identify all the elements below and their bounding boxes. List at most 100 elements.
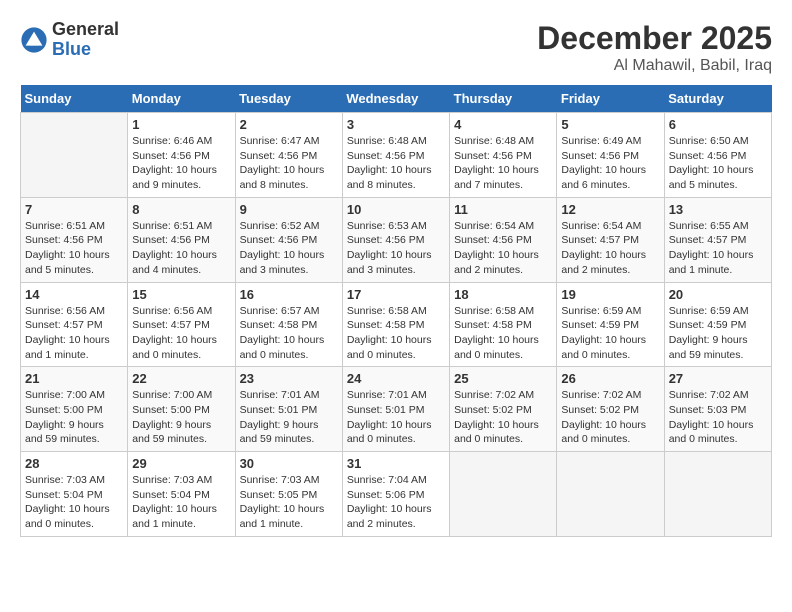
day-cell: 18 Sunrise: 6:58 AMSunset: 4:58 PMDayligh… — [450, 282, 557, 367]
day-cell — [557, 452, 664, 537]
day-number: 14 — [25, 287, 123, 302]
logo-icon — [20, 26, 48, 54]
day-info: Sunrise: 7:03 AMSunset: 5:05 PMDaylight:… — [240, 473, 338, 532]
day-header-tuesday: Tuesday — [235, 85, 342, 113]
title-block: December 2025 Al Mahawil, Babil, Iraq — [537, 20, 772, 75]
logo-general: General — [52, 20, 119, 40]
day-info: Sunrise: 7:02 AMSunset: 5:02 PMDaylight:… — [561, 388, 659, 447]
day-header-monday: Monday — [128, 85, 235, 113]
day-number: 3 — [347, 117, 445, 132]
day-info: Sunrise: 6:51 AMSunset: 4:56 PMDaylight:… — [132, 219, 230, 278]
day-info: Sunrise: 7:02 AMSunset: 5:03 PMDaylight:… — [669, 388, 767, 447]
calendar-table: SundayMondayTuesdayWednesdayThursdayFrid… — [20, 85, 772, 537]
day-number: 16 — [240, 287, 338, 302]
day-number: 10 — [347, 202, 445, 217]
day-info: Sunrise: 7:00 AMSunset: 5:00 PMDaylight:… — [25, 388, 123, 447]
day-number: 30 — [240, 456, 338, 471]
day-info: Sunrise: 6:54 AMSunset: 4:57 PMDaylight:… — [561, 219, 659, 278]
day-info: Sunrise: 6:47 AMSunset: 4:56 PMDaylight:… — [240, 134, 338, 193]
day-info: Sunrise: 6:46 AMSunset: 4:56 PMDaylight:… — [132, 134, 230, 193]
day-cell — [664, 452, 771, 537]
day-header-wednesday: Wednesday — [342, 85, 449, 113]
day-cell: 2 Sunrise: 6:47 AMSunset: 4:56 PMDaylight… — [235, 113, 342, 198]
day-number: 6 — [669, 117, 767, 132]
day-number: 31 — [347, 456, 445, 471]
day-cell: 12 Sunrise: 6:54 AMSunset: 4:57 PMDayligh… — [557, 197, 664, 282]
day-cell: 17Sunrise: 6:58 AMSunset: 4:58 PMDayligh… — [342, 282, 449, 367]
day-info: Sunrise: 6:58 AMSunset: 4:58 PMDaylight:… — [454, 304, 552, 363]
day-cell: 30 Sunrise: 7:03 AMSunset: 5:05 PMDayligh… — [235, 452, 342, 537]
day-info: Sunrise: 6:56 AMSunset: 4:57 PMDaylight:… — [132, 304, 230, 363]
day-number: 22 — [132, 371, 230, 386]
day-cell: 20Sunrise: 6:59 AMSunset: 4:59 PMDayligh… — [664, 282, 771, 367]
day-number: 8 — [132, 202, 230, 217]
page-header: General Blue December 2025 Al Mahawil, B… — [20, 20, 772, 75]
day-info: Sunrise: 6:54 AMSunset: 4:56 PMDaylight:… — [454, 219, 552, 278]
day-number: 12 — [561, 202, 659, 217]
day-number: 19 — [561, 287, 659, 302]
day-cell: 27 Sunrise: 7:02 AMSunset: 5:03 PMDayligh… — [664, 367, 771, 452]
day-number: 21 — [25, 371, 123, 386]
day-number: 9 — [240, 202, 338, 217]
day-cell: 4Sunrise: 6:48 AMSunset: 4:56 PMDaylight… — [450, 113, 557, 198]
day-info: Sunrise: 6:52 AMSunset: 4:56 PMDaylight:… — [240, 219, 338, 278]
day-info: Sunrise: 6:50 AMSunset: 4:56 PMDaylight:… — [669, 134, 767, 193]
week-row-3: 14 Sunrise: 6:56 AMSunset: 4:57 PMDayligh… — [21, 282, 772, 367]
day-cell: 9 Sunrise: 6:52 AMSunset: 4:56 PMDaylight… — [235, 197, 342, 282]
day-number: 26 — [561, 371, 659, 386]
day-cell: 7Sunrise: 6:51 AMSunset: 4:56 PMDaylight… — [21, 197, 128, 282]
month-title: December 2025 — [537, 20, 772, 57]
day-info: Sunrise: 6:51 AMSunset: 4:56 PMDaylight:… — [25, 219, 123, 278]
week-row-2: 7Sunrise: 6:51 AMSunset: 4:56 PMDaylight… — [21, 197, 772, 282]
week-row-4: 21 Sunrise: 7:00 AMSunset: 5:00 PMDayligh… — [21, 367, 772, 452]
day-cell: 1 Sunrise: 6:46 AMSunset: 4:56 PMDaylight… — [128, 113, 235, 198]
day-info: Sunrise: 6:48 AMSunset: 4:56 PMDaylight:… — [347, 134, 445, 193]
logo-blue: Blue — [52, 40, 119, 60]
day-number: 29 — [132, 456, 230, 471]
day-number: 13 — [669, 202, 767, 217]
day-info: Sunrise: 6:48 AMSunset: 4:56 PMDaylight:… — [454, 134, 552, 193]
day-cell: 26 Sunrise: 7:02 AMSunset: 5:02 PMDayligh… — [557, 367, 664, 452]
day-number: 28 — [25, 456, 123, 471]
day-number: 25 — [454, 371, 552, 386]
day-cell: 16 Sunrise: 6:57 AMSunset: 4:58 PMDayligh… — [235, 282, 342, 367]
day-info: Sunrise: 7:03 AMSunset: 5:04 PMDaylight:… — [132, 473, 230, 532]
day-info: Sunrise: 6:55 AMSunset: 4:57 PMDaylight:… — [669, 219, 767, 278]
logo-text: General Blue — [52, 20, 119, 60]
day-info: Sunrise: 6:59 AMSunset: 4:59 PMDaylight:… — [561, 304, 659, 363]
day-cell: 11Sunrise: 6:54 AMSunset: 4:56 PMDayligh… — [450, 197, 557, 282]
day-number: 2 — [240, 117, 338, 132]
day-info: Sunrise: 7:02 AMSunset: 5:02 PMDaylight:… — [454, 388, 552, 447]
day-cell: 3 Sunrise: 6:48 AMSunset: 4:56 PMDaylight… — [342, 113, 449, 198]
day-info: Sunrise: 7:01 AMSunset: 5:01 PMDaylight:… — [240, 388, 338, 447]
day-info: Sunrise: 7:00 AMSunset: 5:00 PMDaylight:… — [132, 388, 230, 447]
day-info: Sunrise: 6:53 AMSunset: 4:56 PMDaylight:… — [347, 219, 445, 278]
day-cell: 28 Sunrise: 7:03 AMSunset: 5:04 PMDayligh… — [21, 452, 128, 537]
day-cell: 22 Sunrise: 7:00 AMSunset: 5:00 PMDayligh… — [128, 367, 235, 452]
day-info: Sunrise: 6:56 AMSunset: 4:57 PMDaylight:… — [25, 304, 123, 363]
day-number: 27 — [669, 371, 767, 386]
day-cell: 23 Sunrise: 7:01 AMSunset: 5:01 PMDayligh… — [235, 367, 342, 452]
week-row-1: 1 Sunrise: 6:46 AMSunset: 4:56 PMDaylight… — [21, 113, 772, 198]
location-title: Al Mahawil, Babil, Iraq — [537, 57, 772, 75]
day-cell: 25 Sunrise: 7:02 AMSunset: 5:02 PMDayligh… — [450, 367, 557, 452]
day-cell: 8 Sunrise: 6:51 AMSunset: 4:56 PMDaylight… — [128, 197, 235, 282]
day-header-friday: Friday — [557, 85, 664, 113]
day-cell: 10 Sunrise: 6:53 AMSunset: 4:56 PMDayligh… — [342, 197, 449, 282]
day-number: 18 — [454, 287, 552, 302]
day-cell: 21 Sunrise: 7:00 AMSunset: 5:00 PMDayligh… — [21, 367, 128, 452]
day-cell: 14 Sunrise: 6:56 AMSunset: 4:57 PMDayligh… — [21, 282, 128, 367]
day-cell — [450, 452, 557, 537]
day-info: Sunrise: 6:59 AMSunset: 4:59 PMDaylight:… — [669, 304, 767, 363]
day-info: Sunrise: 6:49 AMSunset: 4:56 PMDaylight:… — [561, 134, 659, 193]
day-number: 1 — [132, 117, 230, 132]
day-cell: 31 Sunrise: 7:04 AMSunset: 5:06 PMDayligh… — [342, 452, 449, 537]
day-header-sunday: Sunday — [21, 85, 128, 113]
day-info: Sunrise: 7:04 AMSunset: 5:06 PMDaylight:… — [347, 473, 445, 532]
day-info: Sunrise: 6:57 AMSunset: 4:58 PMDaylight:… — [240, 304, 338, 363]
day-cell — [21, 113, 128, 198]
day-number: 17 — [347, 287, 445, 302]
day-info: Sunrise: 7:03 AMSunset: 5:04 PMDaylight:… — [25, 473, 123, 532]
day-number: 23 — [240, 371, 338, 386]
day-header-thursday: Thursday — [450, 85, 557, 113]
